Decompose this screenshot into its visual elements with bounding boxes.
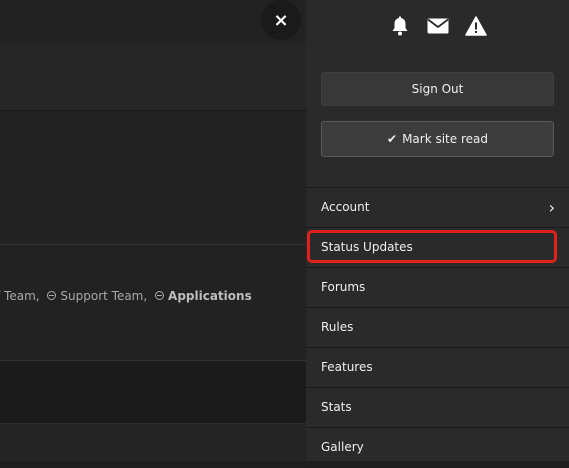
menu-item-forums[interactable]: Forums xyxy=(306,268,569,308)
user-drawer: Sign Out ✔ Mark site read Account › Statu… xyxy=(306,0,569,468)
menu-item-status-updates[interactable]: Status Updates xyxy=(306,228,569,268)
group-staff[interactable]: f Team, xyxy=(0,289,40,303)
menu-item-account[interactable]: Account › xyxy=(306,188,569,228)
chevron-right-icon: › xyxy=(548,198,555,217)
checkmark-icon: ✔ xyxy=(387,132,398,146)
bg-section-1 xyxy=(0,42,306,111)
group-applications[interactable]: Applications xyxy=(155,289,252,303)
envelope-icon[interactable] xyxy=(426,14,450,38)
bg-section-2 xyxy=(0,111,306,245)
minus-circle-icon xyxy=(47,291,57,300)
bg-section-5 xyxy=(0,424,306,461)
close-icon: × xyxy=(273,9,289,31)
menu-item-stats[interactable]: Stats xyxy=(306,388,569,428)
menu-item-rules[interactable]: Rules xyxy=(306,308,569,348)
minus-circle-icon xyxy=(155,291,165,300)
mark-site-read-button[interactable]: ✔ Mark site read xyxy=(321,121,554,157)
drawer-menu: Account › Status Updates Forums Rules Fe… xyxy=(306,187,569,468)
close-drawer-button[interactable]: × xyxy=(261,0,301,40)
bg-section-4 xyxy=(0,361,306,424)
bg-section-3 xyxy=(0,245,306,361)
staff-groups: f Team, Support Team, Applications xyxy=(0,289,256,303)
bell-icon[interactable] xyxy=(388,14,412,38)
sign-out-button[interactable]: Sign Out xyxy=(321,72,554,106)
group-support-team[interactable]: Support Team, xyxy=(47,289,147,303)
warning-icon[interactable] xyxy=(464,14,488,38)
menu-item-gallery[interactable]: Gallery xyxy=(306,428,569,468)
drawer-icon-bar xyxy=(306,14,569,38)
menu-item-features[interactable]: Features xyxy=(306,348,569,388)
background-page: f Team, Support Team, Applications xyxy=(0,0,306,461)
